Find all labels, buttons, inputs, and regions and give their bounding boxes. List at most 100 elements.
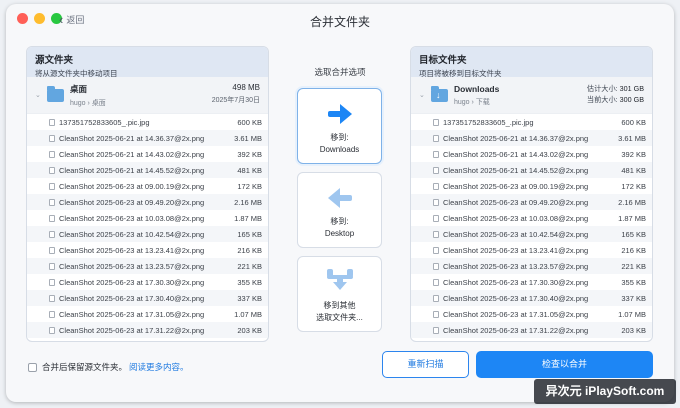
file-size: 1.07 MB [234,309,262,319]
move-to-target-option[interactable]: 移到: Downloads [297,88,382,164]
file-icon [433,134,439,142]
keep-source-label: 合并后保留源文件夹。 [42,362,128,372]
file-row[interactable]: CleanShot 2025-06-23 at 17.31.05@2x.png 1… [27,306,268,322]
option-label-2: 选取文件夹... [316,313,363,322]
path-location: 下载 [475,98,490,106]
source-file-list: 137351752833605_.pic.jpg 600 KB CleanShot … [27,114,268,338]
file-icon [49,166,55,174]
move-to-source-option[interactable]: 移到: Desktop [297,172,382,248]
option-label-2: Downloads [319,145,360,154]
estimated-size-label: 估计大小: [586,84,618,93]
file-name: CleanShot 2025-06-23 at 17.31.22@2x.png [59,325,205,335]
file-row[interactable]: CleanShot 2025-06-23 at 17.31.05@2x.png 1… [411,306,652,322]
file-icon [49,214,55,222]
keep-source-checkbox[interactable]: 合并后保留源文件夹。 阅读更多内容。 [28,361,189,373]
learn-more-link[interactable]: 阅读更多内容。 [129,361,189,373]
downloads-folder-icon [431,85,448,102]
file-row[interactable]: CleanShot 2025-06-23 at 17.30.40@2x.png 3… [27,290,268,306]
file-row[interactable]: CleanShot 2025-06-23 at 13.23.57@2x.png 2… [411,258,652,274]
folder-icon [47,85,64,102]
file-row[interactable]: CleanShot 2025-06-21 at 14.43.02@2x.png 3… [27,146,268,162]
file-size: 216 KB [237,245,262,255]
file-name: CleanShot 2025-06-23 at 17.30.40@2x.png [443,293,589,303]
merge-folders-window: ‹ 返回 合并文件夹 源文件夹 将从源文件夹中移动项目 ⌄ 桌面 hugo › … [6,4,674,402]
file-size: 1.07 MB [618,309,646,319]
file-name: CleanShot 2025-06-23 at 13.23.41@2x.png [443,245,589,255]
file-row[interactable]: CleanShot 2025-06-21 at 14.36.37@2x.png 3… [411,130,652,146]
source-folder-meta: 498 MB 2025年7月30日 [212,83,260,105]
path-user: hugo [454,98,470,106]
file-size: 481 KB [621,165,646,175]
disclosure-icon[interactable]: ⌄ [35,91,45,99]
file-size: 203 KB [621,325,646,335]
target-folder-row[interactable]: ⌄ Downloads hugo › 下载 估计大小: 301 GB 当前大小:… [411,77,652,114]
option-label-1: 移到其他 [323,301,356,310]
file-name: CleanShot 2025-06-23 at 10.03.08@2x.png [443,213,589,223]
file-size: 337 KB [621,293,646,303]
file-row[interactable]: CleanShot 2025-06-21 at 14.43.02@2x.png 3… [411,146,652,162]
merge-options-title: 选取合并选项 [314,67,366,77]
file-icon [49,150,55,158]
file-row[interactable]: CleanShot 2025-06-23 at 09.49.20@2x.png 2… [27,194,268,210]
merge-arrows-icon [327,269,353,290]
estimated-size: 估计大小: 301 GB [587,83,644,94]
source-folder-date: 2025年7月30日 [211,97,260,104]
file-name: CleanShot 2025-06-23 at 17.31.05@2x.png [59,309,205,319]
file-name: CleanShot 2025-06-21 at 14.43.02@2x.png [59,149,205,159]
file-row[interactable]: 137351752833605_.pic.jpg 600 KB [411,114,652,130]
file-row[interactable]: CleanShot 2025-06-21 at 14.36.37@2x.png 3… [27,130,268,146]
file-name: CleanShot 2025-06-21 at 14.45.52@2x.png [443,165,589,175]
file-row[interactable]: CleanShot 2025-06-23 at 10.42.54@2x.png 1… [411,226,652,242]
file-icon [433,310,439,318]
file-size: 392 KB [621,149,646,159]
file-size: 165 KB [237,229,262,239]
file-row[interactable]: 137351752833605_.pic.jpg 600 KB [27,114,268,130]
rescan-button[interactable]: 重新扫描 [382,351,469,378]
file-name: CleanShot 2025-06-23 at 09.49.20@2x.png [59,197,205,207]
file-name: CleanShot 2025-06-23 at 10.03.08@2x.png [59,213,205,223]
watermark: 异次元 iPlaySoft.com [534,379,676,404]
file-row[interactable]: CleanShot 2025-06-23 at 09.49.20@2x.png 2… [411,194,652,210]
file-size: 216 KB [621,245,646,255]
file-size: 600 KB [237,117,262,127]
file-row[interactable]: CleanShot 2025-06-23 at 09.00.19@2x.png 1… [411,178,652,194]
file-name: CleanShot 2025-06-23 at 17.30.40@2x.png [59,293,205,303]
file-icon [49,246,55,254]
file-icon [49,230,55,238]
target-panel-title: 目标文件夹 [419,55,467,66]
checkbox-box[interactable] [28,362,37,372]
file-row[interactable]: CleanShot 2025-06-21 at 14.45.52@2x.png 4… [411,162,652,178]
file-row[interactable]: CleanShot 2025-06-23 at 17.30.30@2x.png 3… [411,274,652,290]
arrow-right-icon [328,104,352,124]
file-name: CleanShot 2025-06-23 at 10.42.54@2x.png [443,229,589,239]
file-row[interactable]: CleanShot 2025-06-21 at 14.45.52@2x.png 4… [27,162,268,178]
file-row[interactable]: CleanShot 2025-06-23 at 17.31.22@2x.png 2… [411,322,652,338]
path-user: hugo [70,99,86,107]
file-icon [433,150,439,158]
file-row[interactable]: CleanShot 2025-06-23 at 13.23.57@2x.png 2… [27,258,268,274]
file-icon [433,326,439,334]
check-merge-button[interactable]: 检查以合并 [476,351,653,378]
file-row[interactable]: CleanShot 2025-06-23 at 13.23.41@2x.png 2… [411,242,652,258]
source-folder-row[interactable]: ⌄ 桌面 hugo › 桌面 498 MB 2025年7月30日 [27,77,268,114]
file-row[interactable]: CleanShot 2025-06-23 at 10.42.54@2x.png 1… [27,226,268,242]
file-row[interactable]: CleanShot 2025-06-23 at 09.00.19@2x.png 1… [27,178,268,194]
file-row[interactable]: CleanShot 2025-06-23 at 13.23.41@2x.png 2… [27,242,268,258]
file-icon [433,246,439,254]
move-to-other-option[interactable]: 移到其他选取文件夹... [297,256,382,332]
file-size: 1.87 MB [618,213,646,223]
file-name: CleanShot 2025-06-23 at 13.23.57@2x.png [443,261,589,271]
file-name: CleanShot 2025-06-23 at 10.42.54@2x.png [59,229,205,239]
current-size: 当前大小: 300 GB [587,94,644,105]
file-size: 172 KB [621,181,646,191]
file-icon [433,230,439,238]
disclosure-icon[interactable]: ⌄ [419,91,429,99]
file-icon [433,166,439,174]
file-row[interactable]: CleanShot 2025-06-23 at 17.31.22@2x.png 2… [27,322,268,338]
file-icon [433,262,439,270]
file-row[interactable]: CleanShot 2025-06-23 at 10.03.08@2x.png 1… [27,210,268,226]
file-row[interactable]: CleanShot 2025-06-23 at 17.30.30@2x.png 3… [27,274,268,290]
file-row[interactable]: CleanShot 2025-06-23 at 10.03.08@2x.png 1… [411,210,652,226]
file-row[interactable]: CleanShot 2025-06-23 at 17.30.40@2x.png 3… [411,290,652,306]
file-size: 600 KB [621,117,646,127]
